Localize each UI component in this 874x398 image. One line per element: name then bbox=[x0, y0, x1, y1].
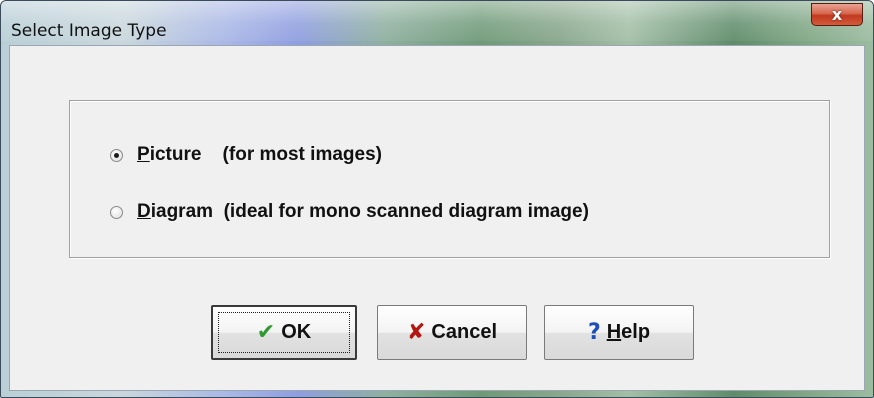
help-label-text: elp bbox=[621, 321, 651, 343]
close-button[interactable]: x bbox=[811, 3, 863, 26]
help-button[interactable]: ? Help bbox=[544, 305, 694, 360]
diagram-description: (ideal for mono scanned diagram image) bbox=[213, 201, 589, 222]
focus-ring bbox=[218, 312, 350, 353]
title-bar[interactable]: Select Image Type x bbox=[1, 1, 873, 41]
radio-picture-option[interactable]: Picture (for most images) bbox=[110, 144, 382, 166]
radio-diagram-option[interactable]: Diagram (ideal for mono scanned diagram … bbox=[110, 201, 589, 223]
dialog-client-area: Picture (for most images) Diagram (ideal… bbox=[9, 45, 865, 391]
dialog-window: Select Image Type x Picture (for most im… bbox=[0, 0, 874, 398]
help-accelerator: H bbox=[606, 321, 622, 343]
diagram-label-text: iagram bbox=[150, 201, 214, 222]
radio-diagram-button[interactable] bbox=[110, 205, 123, 219]
picture-label-text: icture bbox=[149, 144, 202, 165]
window-title: Select Image Type bbox=[11, 21, 167, 41]
x-icon: ✘ bbox=[406, 320, 426, 345]
close-icon: x bbox=[831, 4, 843, 24]
radio-picture-label[interactable]: Picture (for most images) bbox=[137, 144, 382, 166]
cancel-button-label: Cancel bbox=[431, 321, 498, 343]
picture-accelerator: P bbox=[137, 144, 150, 165]
picture-description: (for most images) bbox=[201, 144, 382, 165]
diagram-accelerator: D bbox=[137, 201, 151, 222]
image-type-group: Picture (for most images) Diagram (ideal… bbox=[69, 100, 830, 258]
help-button-label: Help bbox=[607, 321, 650, 344]
radio-picture-button[interactable] bbox=[110, 148, 123, 162]
radio-diagram-label[interactable]: Diagram (ideal for mono scanned diagram … bbox=[137, 201, 589, 223]
cancel-button[interactable]: ✘ Cancel bbox=[377, 305, 527, 360]
question-icon: ? bbox=[587, 320, 601, 345]
ok-button[interactable]: ✔ OK bbox=[211, 305, 357, 360]
